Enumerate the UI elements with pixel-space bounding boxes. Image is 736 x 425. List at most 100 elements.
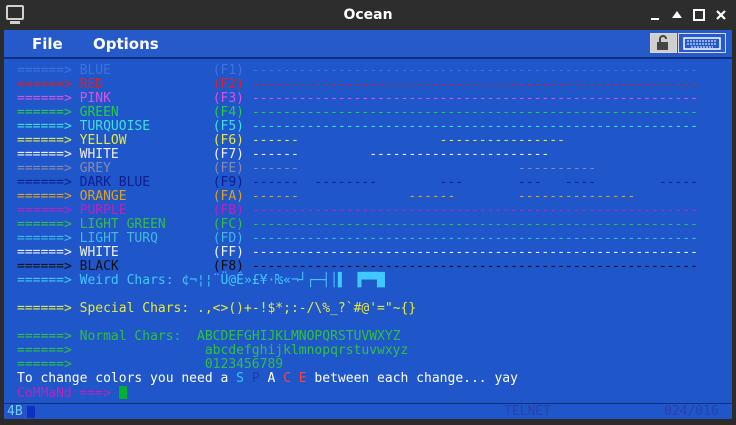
space-letter: P (251, 371, 260, 386)
space-gap (244, 371, 252, 386)
color-name: PURPLE (79, 203, 213, 218)
color-name: RED (79, 77, 213, 92)
terminal-cursor[interactable] (118, 386, 127, 399)
row-arrow: ======> (17, 189, 80, 204)
row-arrow: ======> (17, 301, 80, 316)
lock-icon[interactable] (650, 33, 677, 53)
color-row: ======> RED (F2) -----------------------… (17, 78, 698, 92)
color-name: LIGHT GREEN (79, 217, 213, 232)
color-name: GREEN (79, 105, 213, 120)
color-dashes: ----------------------------------------… (251, 63, 698, 78)
color-name: PINK (79, 91, 213, 106)
row-arrow: ======> (17, 175, 80, 190)
weird-chars: ¢¬¦¦¨Ü@Ê»£¥·₨«¬┘┌─┤│▌ ▐▀▀█ (181, 273, 385, 288)
maximize-icon[interactable] (692, 8, 706, 22)
color-name: DARK BLUE (79, 175, 213, 190)
row-arrow: ======> (17, 245, 80, 260)
row-arrow: ======> (17, 231, 80, 246)
menu-bar: File Options (4, 30, 732, 57)
space-gap (275, 371, 283, 386)
color-dashes: ------ ----------------------- (251, 147, 698, 162)
color-row: ======> DARK BLUE (F9) ------ -------- -… (17, 176, 698, 190)
row-arrow: ======> (17, 63, 80, 78)
function-key: (FC) (212, 217, 252, 232)
color-row: ======> LIGHT GREEN (FC) ---------------… (17, 218, 698, 232)
color-name: GREY (79, 161, 213, 176)
color-row: ======> PINK (F3) ----------------------… (17, 92, 698, 106)
function-key: (F8) (212, 259, 252, 274)
space-letter: E (298, 371, 307, 386)
color-row: ======> TURQUOISE (F5) -----------------… (17, 120, 698, 134)
row-arrow: ======> (17, 133, 80, 148)
row-arrow: ======> (17, 119, 80, 134)
row-arrow: ======> (17, 343, 205, 358)
digits-row: ======> 0123456789 (17, 358, 698, 372)
status-telnet: TELNET (504, 404, 551, 419)
uppercase-chars: ABCDEFGHIJKLMNOPQRSTUVWXYZ (197, 329, 401, 344)
minimize-icon[interactable] (648, 8, 662, 22)
menu-options[interactable]: Options (93, 35, 159, 53)
normal-chars-row: ======> Normal Chars: ABCDEFGHIJKLMNOPQR… (17, 330, 698, 344)
space-letter: S (236, 371, 244, 386)
color-name: WHITE (79, 245, 213, 260)
row-arrow: ======> (17, 105, 80, 120)
status-cursor-block (27, 406, 35, 418)
function-key: (FA) (212, 189, 252, 204)
blank-row (17, 288, 698, 302)
color-name: BLACK (79, 259, 213, 274)
color-dashes: ----------------------------------------… (251, 91, 698, 106)
function-key: (F9) (212, 175, 252, 190)
color-dashes: ----------------------------------------… (251, 203, 698, 218)
color-row: ======> LIGHT TURQ (FD) ----------------… (17, 232, 698, 246)
space-gap (291, 371, 299, 386)
color-dashes: ----------------------------------------… (251, 231, 698, 246)
lowercase-row: ======> abcdefghijklmnopqrstuvwxyz (17, 344, 698, 358)
menu-file[interactable]: File (32, 35, 63, 53)
color-dashes: ------ ---------------- (251, 133, 698, 148)
terminal-text: ======> BLUE (F1) ----------------------… (17, 63, 698, 401)
function-key: (F4) (212, 105, 252, 120)
color-row: ======> WHITE (F7) ------ --------------… (17, 148, 698, 162)
function-key: (F1) (212, 63, 252, 78)
row-arrow: ======> (17, 259, 80, 274)
window-title: Ocean (343, 7, 393, 23)
color-row: ======> GREY (FE) ------ ---------- (17, 162, 698, 176)
row-arrow: ======> (17, 203, 80, 218)
function-key: (FE) (212, 161, 252, 176)
function-key: (F2) (212, 77, 252, 92)
row-arrow: ======> (17, 329, 80, 344)
color-name: TURQUOISE (79, 119, 213, 134)
status-indicator: 4B (7, 404, 23, 419)
row-arrow: ======> (17, 273, 80, 288)
color-dashes: ------ ---------- (251, 161, 698, 176)
weird-chars-row: ======> Weird Chars: ¢¬¦¦¨Ü@Ê»£¥·₨«¬┘┌─┤… (17, 274, 698, 288)
function-key: (FD) (212, 231, 252, 246)
row-arrow: ======> (17, 147, 80, 162)
color-row: ======> GREEN (F4) ---------------------… (17, 106, 698, 120)
color-row: ======> YELLOW (F6) ------ -------------… (17, 134, 698, 148)
terminal-screen[interactable]: ======> BLUE (F1) ----------------------… (4, 57, 732, 403)
status-bar: 4B TELNET 024/016 (4, 403, 732, 419)
color-dashes: ----------------------------------------… (251, 105, 698, 120)
color-name: YELLOW (79, 133, 213, 148)
function-key: (FF) (212, 245, 252, 260)
function-key: (FB) (212, 203, 252, 218)
normal-chars-label: Normal Chars: (79, 329, 198, 344)
function-key: (F3) (212, 91, 252, 106)
color-dashes: ----------------------------------------… (251, 259, 698, 274)
special-chars-label: Special Chars: (79, 301, 198, 316)
digit-chars: 0123456789 (204, 357, 284, 372)
color-name: WHITE (79, 147, 213, 162)
color-dashes: ----------------------------------------… (251, 217, 698, 232)
color-dashes: ----------------------------------------… (251, 119, 698, 134)
color-row: ======> PURPLE (FB) --------------------… (17, 204, 698, 218)
function-key: (F6) (212, 133, 252, 148)
function-key: (F7) (212, 147, 252, 162)
keyboard-icon[interactable] (678, 33, 726, 53)
change-colors-suffix: between each change... yay (306, 371, 518, 386)
blank-row (17, 316, 698, 330)
restore-icon[interactable] (670, 8, 684, 22)
color-row: ======> WHITE (FF) ---------------------… (17, 246, 698, 260)
close-icon[interactable] (714, 8, 728, 22)
special-chars-row: ======> Special Chars: .,<>()+-!$*;:-/\%… (17, 302, 698, 316)
